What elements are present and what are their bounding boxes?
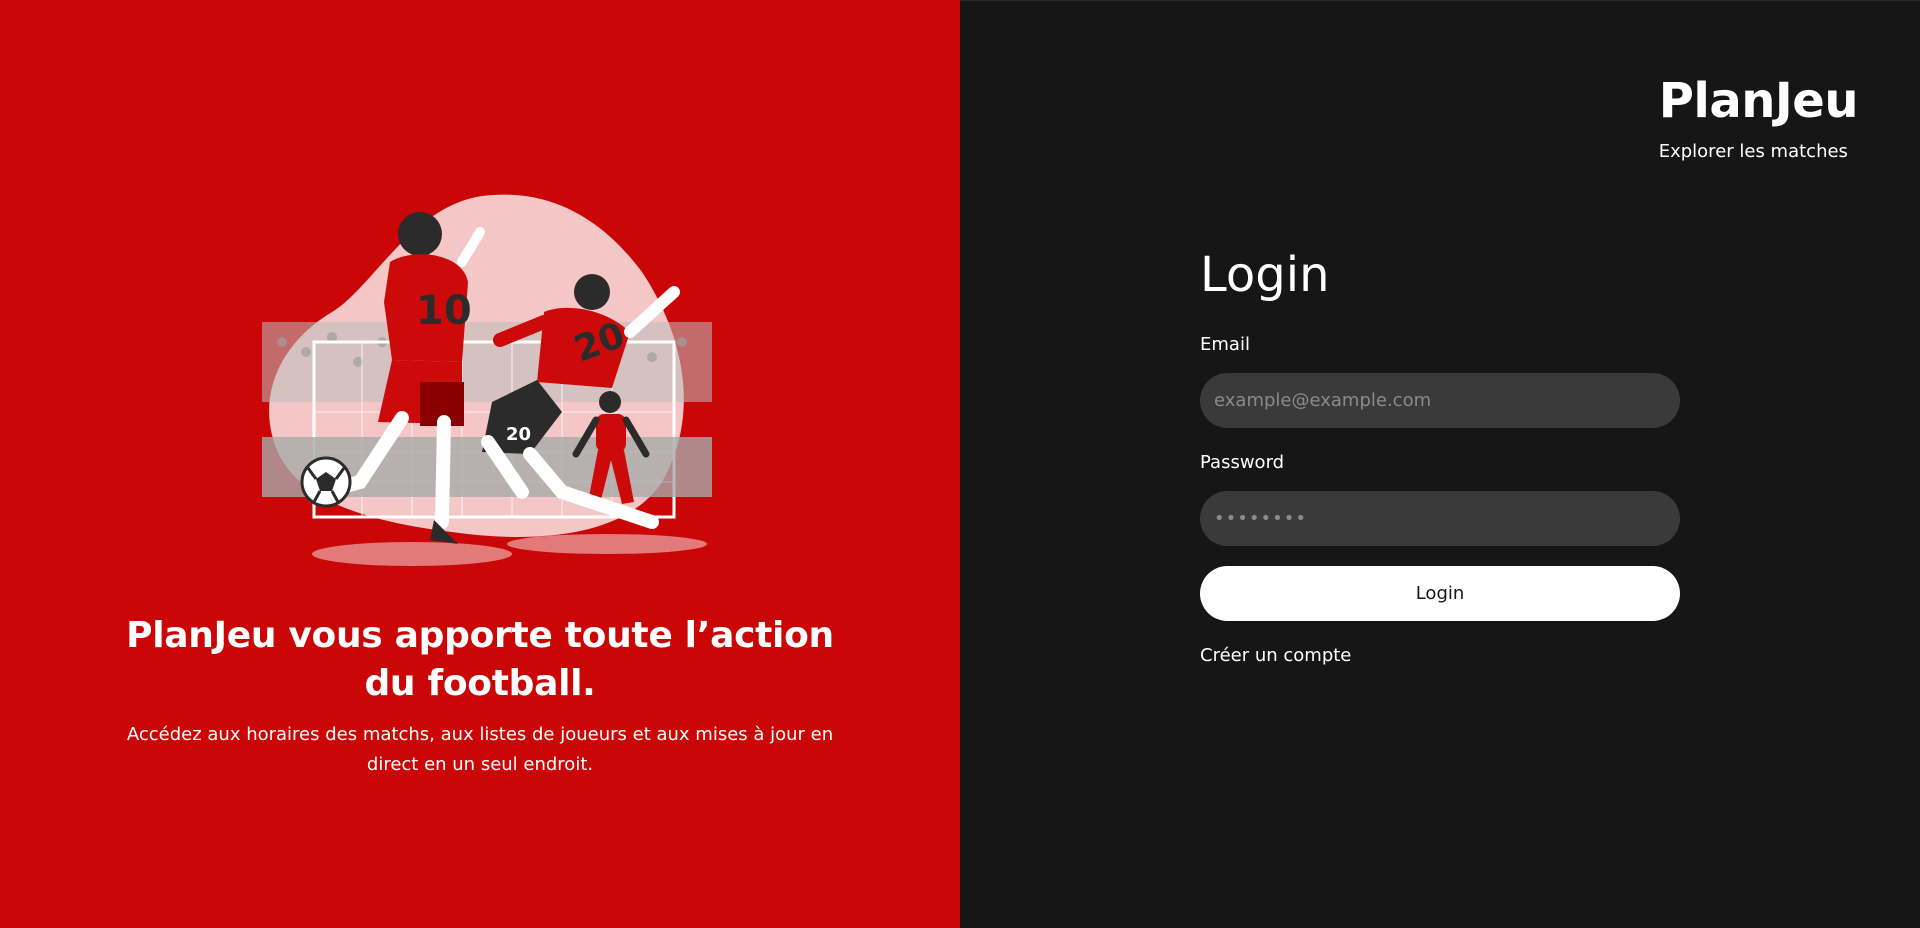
brand-header: PlanJeu Explorer les matches: [1658, 71, 1859, 162]
football-players-illustration: 20 20 10: [262, 194, 712, 566]
hero-subtitle: Accédez aux horaires des matchs, aux lis…: [126, 724, 834, 775]
brand-logo-text: PlanJeu: [1658, 73, 1859, 129]
email-label: Email: [1200, 334, 1250, 355]
login-form: Login Email Password Login Créer un comp…: [1200, 245, 1680, 666]
email-field[interactable]: [1200, 373, 1680, 428]
password-label: Password: [1200, 452, 1285, 473]
illustration-number-10: 10: [416, 288, 472, 334]
football-icon: [300, 456, 352, 508]
illustration-number-20-shorts: 20: [506, 424, 531, 445]
password-field[interactable]: [1200, 491, 1680, 546]
login-title: Login: [1200, 247, 1330, 303]
login-panel: PlanJeu Explorer les matches Login Email…: [960, 0, 1920, 928]
create-account-link[interactable]: Créer un compte: [1200, 645, 1680, 666]
explore-matches-link[interactable]: Explorer les matches: [1659, 141, 1858, 162]
hero-panel: 20 20 10 PlanJeu vous apporte toute l’ac…: [0, 0, 960, 928]
login-button[interactable]: Login: [1200, 566, 1680, 621]
hero-title: PlanJeu vous apporte toute l’action du f…: [126, 615, 834, 704]
